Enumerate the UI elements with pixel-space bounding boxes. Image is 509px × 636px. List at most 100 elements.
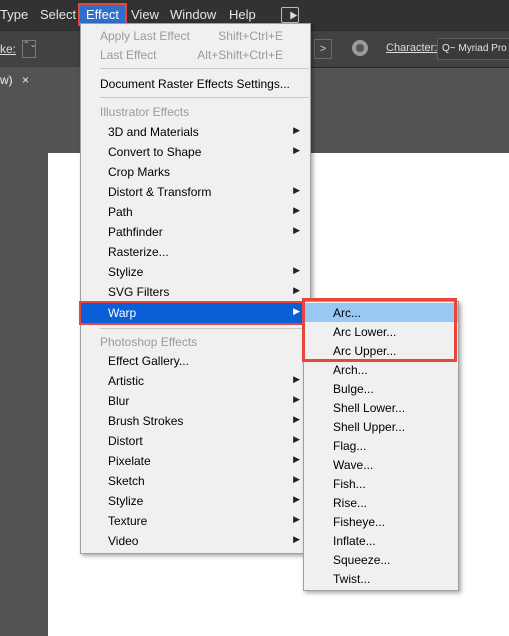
font-family-field[interactable]: Q~ Myriad Pro xyxy=(437,38,509,60)
menu-item-label: SVG Filters xyxy=(108,285,170,299)
chevron-right-icon: ▶ xyxy=(293,454,300,464)
warp-item-inflate[interactable]: Inflate... xyxy=(304,531,458,550)
menu-item-label: Twist... xyxy=(333,572,371,586)
chevron-right-icon: ▶ xyxy=(293,306,300,316)
menu-item-artistic[interactable]: Artistic ▶ xyxy=(81,371,310,391)
menu-item-label: Convert to Shape xyxy=(108,145,202,159)
menu-item-label: Pixelate xyxy=(108,454,151,468)
menu-item-last-effect: Last Effect Alt+Shift+Ctrl+E xyxy=(81,45,310,65)
document-tab[interactable]: w) × xyxy=(0,67,80,93)
warp-item-bulge[interactable]: Bulge... xyxy=(304,379,458,398)
warp-submenu: Arc... Arc Lower... Arc Upper... Arch...… xyxy=(303,301,459,591)
menu-item-label: Video xyxy=(108,534,139,548)
menu-item-label: Crop Marks xyxy=(108,165,171,179)
menu-item-label: Shell Lower... xyxy=(333,401,406,415)
tab-close-icon[interactable]: × xyxy=(22,73,29,87)
menu-item-label: 3D and Materials xyxy=(108,125,199,139)
menu-effect[interactable]: Effect xyxy=(77,3,128,26)
menu-item-label: Inflate... xyxy=(333,534,376,548)
warp-item-squeeze[interactable]: Squeeze... xyxy=(304,550,458,569)
warp-item-fisheye[interactable]: Fisheye... xyxy=(304,512,458,531)
warp-item-wave[interactable]: Wave... xyxy=(304,455,458,474)
warp-item-arc-upper[interactable]: Arc Upper... xyxy=(304,341,458,360)
menu-item-label: Sketch xyxy=(108,474,145,488)
menu-item-pixelate[interactable]: Pixelate ▶ xyxy=(81,451,310,471)
chevron-right-icon: ▶ xyxy=(293,265,300,275)
chevron-right-icon: ▶ xyxy=(293,514,300,524)
character-label[interactable]: Character: xyxy=(386,42,437,54)
warp-item-shell-upper[interactable]: Shell Upper... xyxy=(304,417,458,436)
menu-item-label: Arc Upper... xyxy=(333,344,397,358)
section-header-label: Photoshop Effects xyxy=(100,335,198,349)
menu-item-label: Fisheye... xyxy=(333,515,386,529)
menu-item-texture[interactable]: Texture ▶ xyxy=(81,511,310,531)
chevron-right-icon: ▶ xyxy=(293,225,300,235)
warp-item-twist[interactable]: Twist... xyxy=(304,569,458,588)
menu-item-label: Rise... xyxy=(333,496,368,510)
chevron-right-icon: ▶ xyxy=(293,394,300,404)
menu-item-document-raster-effects-settings[interactable]: Document Raster Effects Settings... xyxy=(81,74,310,94)
menu-item-label: Arch... xyxy=(333,363,368,377)
menu-item-stylize-photoshop[interactable]: Stylize ▶ xyxy=(81,491,310,511)
warp-item-rise[interactable]: Rise... xyxy=(304,493,458,512)
warp-item-fish[interactable]: Fish... xyxy=(304,474,458,493)
menu-item-label: Shell Upper... xyxy=(333,420,406,434)
warp-item-arc[interactable]: Arc... xyxy=(304,303,458,322)
stroke-label[interactable]: ke: xyxy=(0,42,16,56)
chevron-right-icon: ▶ xyxy=(293,474,300,484)
shortcut-label: Shift+Ctrl+E xyxy=(218,29,283,43)
menu-item-blur[interactable]: Blur ▶ xyxy=(81,391,310,411)
menu-item-label: Wave... xyxy=(333,458,374,472)
stroke-stepper[interactable]: ⌃⌄ xyxy=(22,40,36,58)
chevron-right-icon: ▶ xyxy=(293,145,300,155)
menu-item-rasterize[interactable]: Rasterize... xyxy=(81,242,310,262)
menu-item-3d-and-materials[interactable]: 3D and Materials ▶ xyxy=(81,122,310,142)
menu-item-label: Brush Strokes xyxy=(108,414,184,428)
chevron-right-icon: ▶ xyxy=(293,434,300,444)
menu-item-convert-to-shape[interactable]: Convert to Shape ▶ xyxy=(81,142,310,162)
menu-item-path[interactable]: Path ▶ xyxy=(81,202,310,222)
menu-item-pathfinder[interactable]: Pathfinder ▶ xyxy=(81,222,310,242)
warp-item-flag[interactable]: Flag... xyxy=(304,436,458,455)
menu-item-distort-transform[interactable]: Distort & Transform ▶ xyxy=(81,182,310,202)
menu-window[interactable]: Window xyxy=(170,7,216,22)
globe-icon[interactable] xyxy=(352,40,368,56)
section-header-label: Illustrator Effects xyxy=(100,105,190,119)
menu-item-label: Blur xyxy=(108,394,130,408)
menu-item-crop-marks[interactable]: Crop Marks xyxy=(81,162,310,182)
chevron-right-icon: ▶ xyxy=(293,414,300,424)
menu-item-label: Distort xyxy=(108,434,143,448)
menu-select[interactable]: Select xyxy=(40,7,76,22)
warp-item-arch[interactable]: Arch... xyxy=(304,360,458,379)
select-tool-icon[interactable] xyxy=(281,7,299,23)
menu-item-video[interactable]: Video ▶ xyxy=(81,531,310,551)
menu-item-label: Path xyxy=(108,205,133,219)
chevron-right-icon: ▶ xyxy=(293,185,300,195)
menu-divider xyxy=(100,68,309,69)
menu-help[interactable]: Help xyxy=(229,7,256,22)
menu-item-apply-last-effect: Apply Last Effect Shift+Ctrl+E xyxy=(81,26,310,46)
menu-item-stylize[interactable]: Stylize ▶ xyxy=(81,262,310,282)
menu-divider xyxy=(100,328,309,329)
menu-item-label: Arc... xyxy=(333,306,362,320)
next-arrow-button[interactable]: > xyxy=(314,39,332,59)
menu-item-label: Texture xyxy=(108,514,148,528)
menu-item-brush-strokes[interactable]: Brush Strokes ▶ xyxy=(81,411,310,431)
menu-item-distort[interactable]: Distort ▶ xyxy=(81,431,310,451)
chevron-right-icon: ▶ xyxy=(293,205,300,215)
warp-item-shell-lower[interactable]: Shell Lower... xyxy=(304,398,458,417)
menu-item-sketch[interactable]: Sketch ▶ xyxy=(81,471,310,491)
menu-item-label: Flag... xyxy=(333,439,367,453)
menu-item-svg-filters[interactable]: SVG Filters ▶ xyxy=(81,282,310,302)
menu-item-label: Stylize xyxy=(108,265,144,279)
menu-type[interactable]: Type xyxy=(0,7,28,22)
menu-item-label: Stylize xyxy=(108,494,144,508)
warp-item-arc-lower[interactable]: Arc Lower... xyxy=(304,322,458,341)
menu-view[interactable]: View xyxy=(131,7,159,22)
menu-item-label: Squeeze... xyxy=(333,553,391,567)
chevron-right-icon: ▶ xyxy=(293,374,300,384)
menu-item-warp[interactable]: Warp ▶ xyxy=(79,301,312,325)
section-header-illustrator-effects: Illustrator Effects xyxy=(81,102,310,122)
shortcut-label: Alt+Shift+Ctrl+E xyxy=(197,48,283,62)
menu-item-effect-gallery[interactable]: Effect Gallery... xyxy=(81,351,310,371)
